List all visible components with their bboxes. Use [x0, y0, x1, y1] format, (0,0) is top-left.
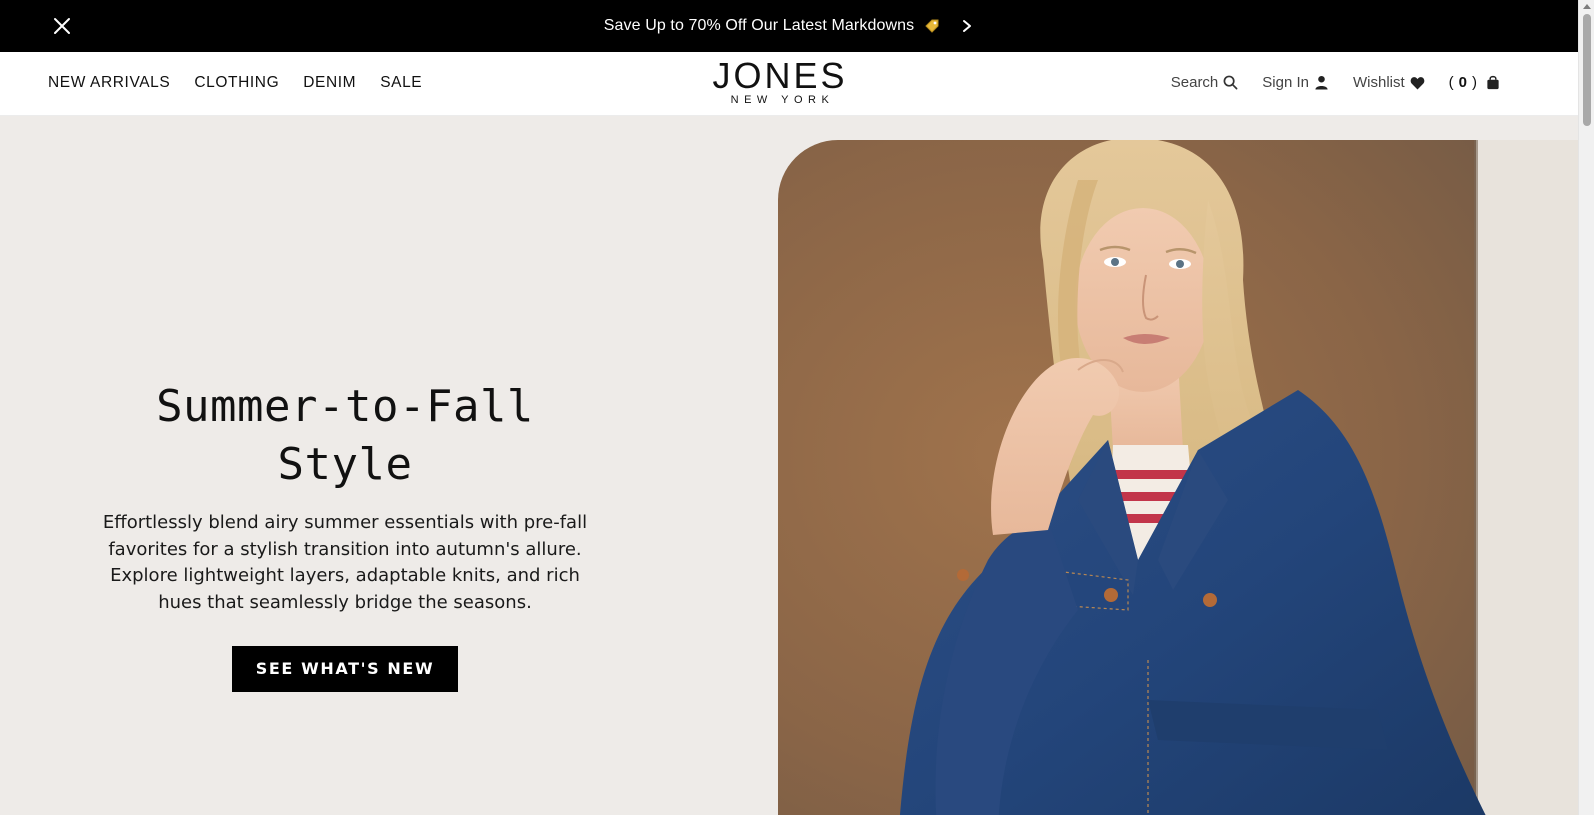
nav-item-clothing[interactable]: CLOTHING	[194, 74, 279, 92]
search-label: Search	[1170, 74, 1219, 91]
promo-banner: Save Up to 70% Off Our Latest Markdowns	[0, 0, 1578, 52]
cart-close-paren: )	[1472, 74, 1477, 91]
logo-wordmark: JONES	[712, 55, 848, 96]
price-tag-icon	[924, 18, 940, 34]
heart-icon	[1410, 76, 1425, 90]
hero-model-image[interactable]	[778, 140, 1578, 815]
header-utilities: Search Sign In Wishlist (0)	[1171, 74, 1500, 91]
hero-description: Effortlessly blend airy summer essential…	[102, 512, 588, 613]
main-nav: NEW ARRIVALS CLOTHING DENIM SALE	[48, 74, 422, 92]
nav-item-denim[interactable]: DENIM	[303, 74, 356, 92]
scrollbar-thumb[interactable]	[1583, 14, 1591, 126]
nav-item-new-arrivals[interactable]: NEW ARRIVALS	[48, 74, 170, 92]
cart-button[interactable]: (0)	[1449, 74, 1500, 91]
sign-in-label: Sign In	[1262, 74, 1309, 91]
hero-title: Summer-to-Fall Style	[156, 381, 534, 490]
page-scrollbar[interactable]	[1578, 0, 1594, 815]
wishlist-button[interactable]: Wishlist	[1353, 74, 1425, 91]
hero-section: Summer-to-Fall Style Effortlessly blend …	[0, 116, 1578, 815]
site-header: NEW ARRIVALS CLOTHING DENIM SALE JONES N…	[0, 52, 1578, 116]
shopping-bag-icon	[1486, 75, 1500, 90]
promo-link[interactable]: Save Up to 70% Off Our Latest Markdowns	[604, 17, 974, 35]
brand-logo[interactable]: JONES NEW YORK	[700, 55, 860, 107]
search-button[interactable]: Search	[1171, 74, 1239, 91]
cart-count: 0	[1458, 74, 1467, 91]
promo-text: Save Up to 70% Off Our Latest Markdowns	[603, 17, 915, 34]
cart-open-paren: (	[1448, 74, 1454, 91]
wishlist-label: Wishlist	[1352, 74, 1405, 91]
search-icon	[1223, 75, 1238, 90]
sign-in-button[interactable]: Sign In	[1262, 74, 1329, 91]
hero-copy: Summer-to-Fall Style Effortlessly blend …	[80, 378, 610, 692]
see-whats-new-button[interactable]: SEE WHAT'S NEW	[231, 646, 459, 692]
scroll-up-arrow-icon[interactable]	[1583, 4, 1591, 9]
close-icon[interactable]	[52, 16, 72, 36]
nav-item-sale[interactable]: SALE	[380, 74, 422, 92]
chevron-right-icon[interactable]	[960, 19, 974, 33]
user-icon	[1314, 75, 1329, 90]
